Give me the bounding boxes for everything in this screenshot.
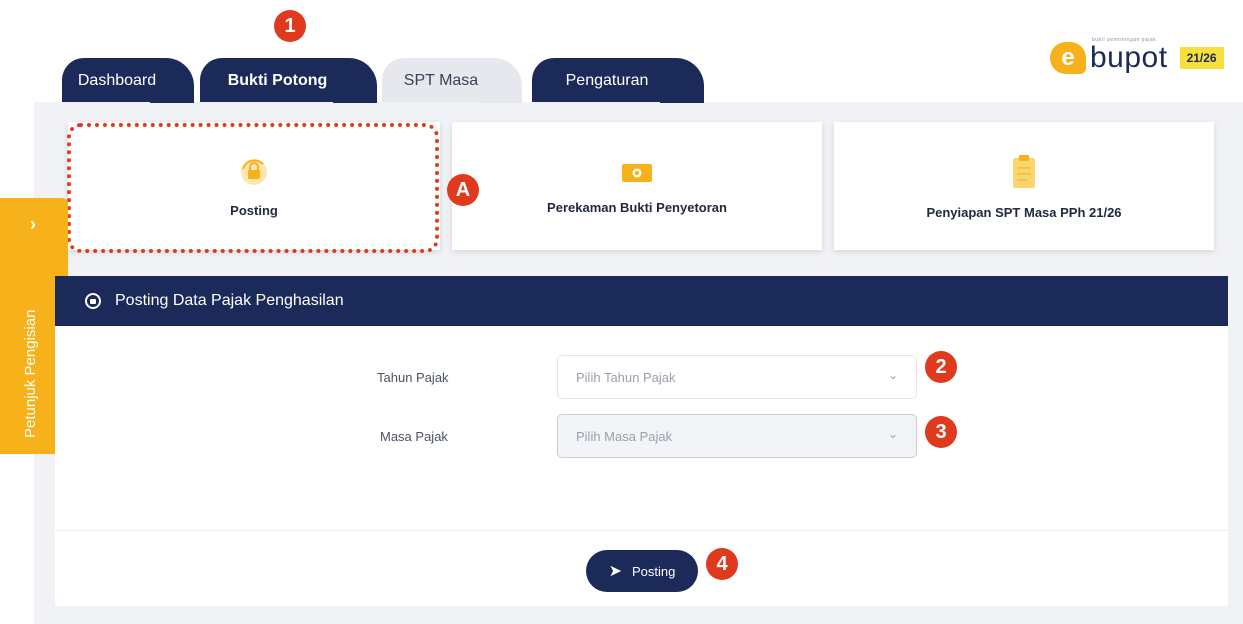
ebupot-logo: e bukti pemotongan pajak bupot 21/26 [1050, 37, 1224, 76]
app-window: Dashboard Bukti Potong SPT Masa Pengatur… [0, 0, 1243, 624]
tab-spt-masa[interactable]: SPT Masa [382, 58, 522, 103]
marker-1: 1 [274, 10, 306, 42]
lock-icon [85, 293, 101, 309]
marker-4: 4 [706, 548, 738, 580]
masa-pajak-label: Masa Pajak [380, 429, 448, 444]
highlight-outline [67, 123, 439, 253]
posting-button[interactable]: ➤ Posting [586, 550, 698, 592]
tahun-pajak-label: Tahun Pajak [377, 370, 449, 385]
card-perekaman-bukti-penyetoran[interactable]: Perekaman Bukti Penyetoran [452, 122, 822, 250]
tab-label: Pengaturan [565, 71, 649, 89]
tab-bukti-potong[interactable]: Bukti Potong [200, 58, 377, 103]
logo-tagline: bukti pemotongan pajak [1092, 37, 1157, 43]
masa-pajak-placeholder: Pilih Masa Pajak [576, 428, 673, 444]
logo-e-icon: e [1050, 42, 1086, 74]
money-icon [619, 158, 655, 186]
tab-label: Dashboard [77, 71, 157, 89]
tahun-pajak-select[interactable]: Pilih Tahun Pajak ⌄ [557, 355, 917, 399]
send-icon: ➤ [608, 563, 623, 580]
form-header: Posting Data Pajak Penghasilan [55, 276, 1228, 326]
tab-dashboard[interactable]: Dashboard [62, 58, 194, 103]
tahun-pajak-placeholder: Pilih Tahun Pajak [576, 369, 676, 385]
logo-text: bupot [1090, 41, 1168, 74]
clipboard-icon [1010, 153, 1038, 191]
card-penyiapan-spt-masa[interactable]: Penyiapan SPT Masa PPh 21/26 [834, 122, 1214, 250]
marker-3: 3 [925, 416, 957, 448]
form-title: Posting Data Pajak Penghasilan [115, 292, 344, 309]
chevron-right-icon: › [30, 214, 36, 234]
card-label: Perekaman Bukti Penyetoran [547, 199, 727, 215]
masa-pajak-select[interactable]: Pilih Masa Pajak ⌄ [557, 414, 917, 458]
chevron-down-icon: ⌄ [887, 427, 898, 441]
marker-a: A [447, 174, 479, 206]
card-label: Penyiapan SPT Masa PPh 21/26 [926, 204, 1122, 220]
chevron-down-icon: ⌄ [887, 368, 898, 382]
form-divider [55, 530, 1228, 531]
side-tab-label: Petunjuk Pengisian [22, 309, 39, 438]
tab-label: Bukti Potong [227, 71, 328, 89]
posting-button-label: Posting [632, 563, 676, 579]
marker-2: 2 [925, 351, 957, 383]
version-badge: 21/26 [1179, 47, 1224, 69]
tab-pengaturan[interactable]: Pengaturan [532, 58, 704, 103]
tab-label: SPT Masa [403, 71, 479, 89]
